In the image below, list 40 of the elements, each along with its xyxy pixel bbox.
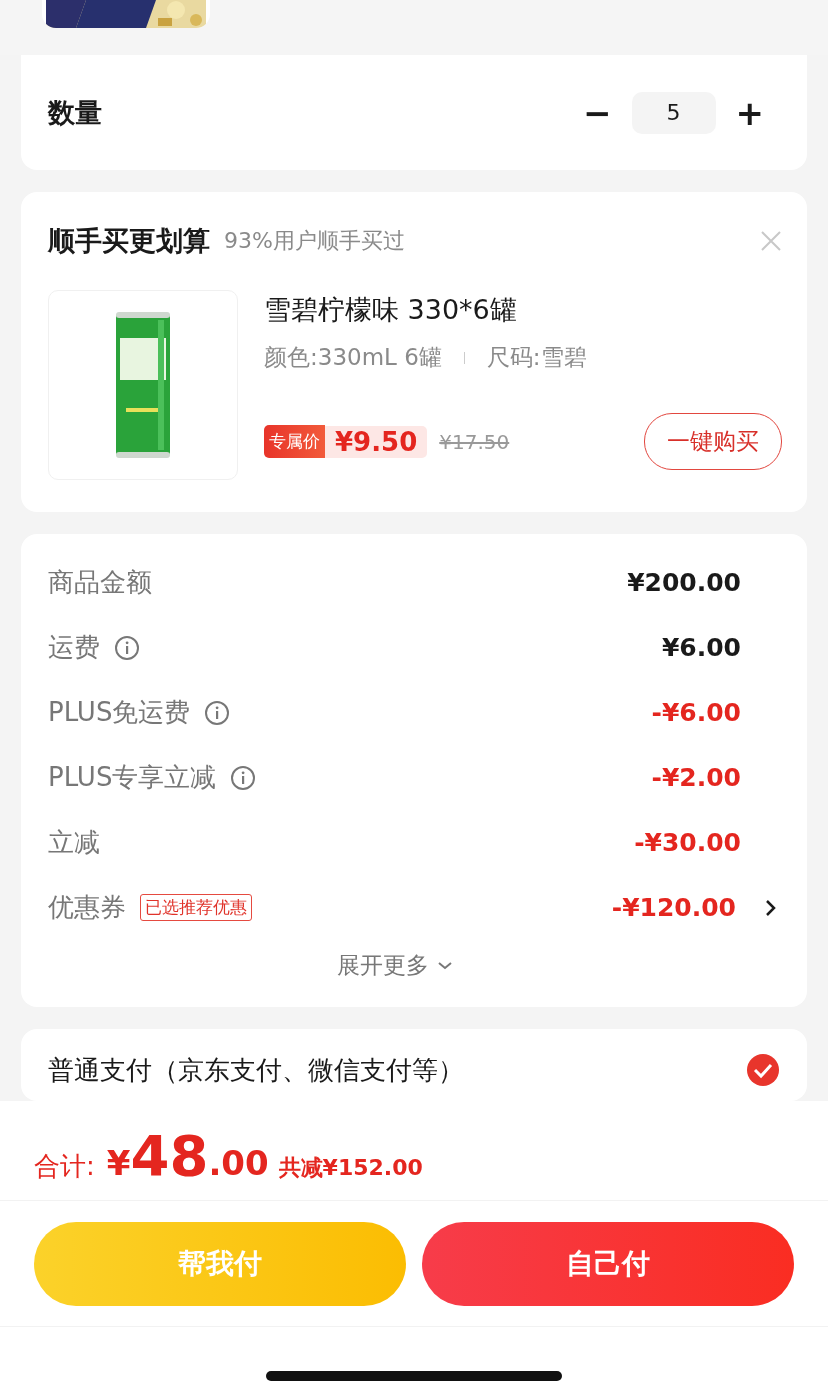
check-icon[interactable] — [746, 1053, 780, 1087]
product-spec: 尺码:雪碧 — [486, 343, 587, 372]
original-price: ¥17.50 — [439, 429, 511, 454]
summary-value: -¥6.00 — [651, 698, 741, 727]
product-name: 雪碧柠檬味 330*6罐 — [264, 293, 518, 327]
coupon-tag: 已选推荐优惠 — [140, 894, 252, 921]
summary-value: -¥30.00 — [634, 828, 741, 857]
decrease-button[interactable]: − — [579, 92, 616, 133]
increase-button[interactable]: + — [731, 92, 768, 133]
quantity-field[interactable]: 5 — [631, 91, 716, 134]
info-icon[interactable] — [230, 764, 257, 791]
summary-value: -¥120.00 — [611, 893, 736, 922]
section-title: 顺手买更划算 — [48, 224, 210, 258]
info-icon[interactable] — [114, 634, 140, 661]
expand-more-button[interactable]: 展开更多 — [336, 940, 453, 991]
summary-label: 优惠券 — [48, 891, 126, 924]
summary-value: -¥2.00 — [651, 763, 741, 792]
summary-label: 立减 — [48, 826, 100, 859]
total-label: 合计: — [34, 1150, 95, 1183]
summary-label: PLUS免运费 — [48, 696, 191, 729]
total-decimal: .00 — [208, 1143, 269, 1183]
info-icon[interactable] — [204, 699, 231, 726]
total-amount: 48 — [130, 1123, 209, 1188]
summary-label: 商品金额 — [48, 566, 152, 599]
section-subtitle: 93%用户顺手买过 — [224, 227, 406, 255]
total-currency: ¥ — [106, 1143, 131, 1183]
chevron-down-icon — [436, 960, 453, 971]
summary-value: ¥200.00 — [627, 568, 741, 597]
quantity-label: 数量 — [48, 95, 102, 130]
buy-button[interactable]: 一键购买 — [644, 413, 782, 470]
price-tag: 专属价 — [264, 425, 325, 458]
product-spec: 颜色:330mL 6罐 — [264, 343, 442, 372]
summary-label: PLUS专享立减 — [48, 761, 217, 794]
payment-option-label: 普通支付（京东支付、微信支付等） — [48, 1053, 464, 1087]
chevron-right-icon[interactable] — [764, 897, 778, 918]
summary-value: ¥6.00 — [661, 633, 741, 662]
total-savings: 共减¥152.00 — [278, 1154, 423, 1182]
summary-label: 运费 — [48, 631, 100, 664]
product-price: ¥9.50 — [325, 425, 428, 458]
pay-button[interactable]: 自己付 — [422, 1221, 794, 1306]
